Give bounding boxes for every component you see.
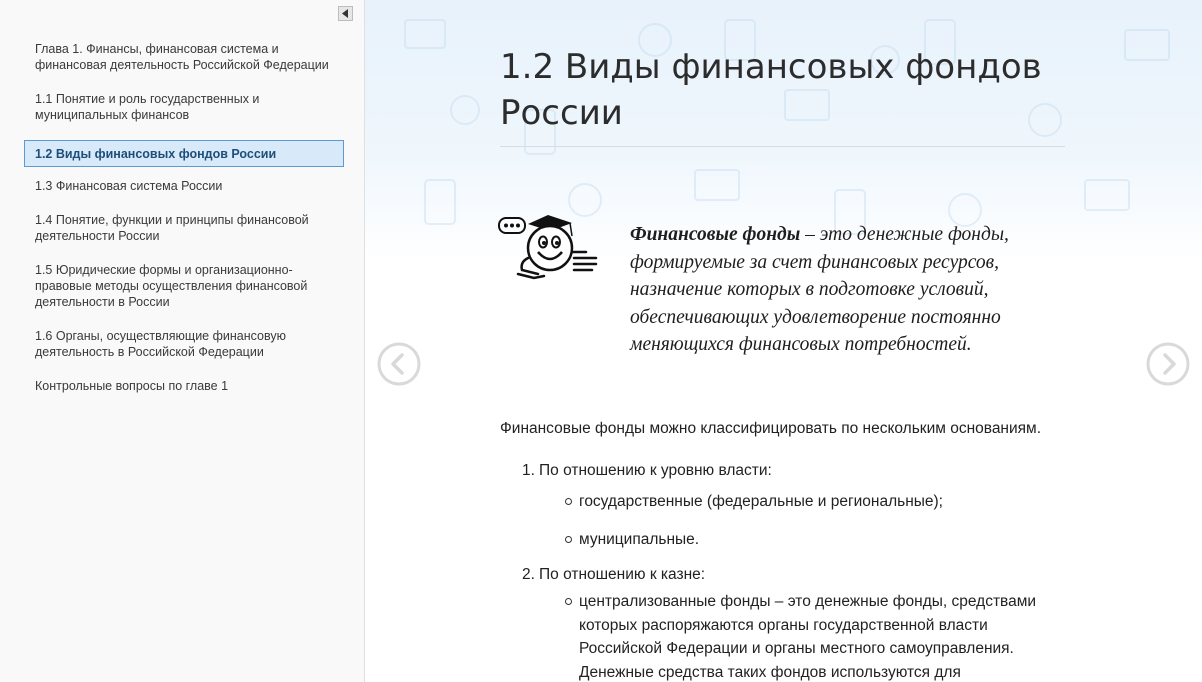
sub-list-item: муниципальные. bbox=[500, 528, 1100, 552]
toc-item-review-questions[interactable]: Контрольные вопросы по главе 1 bbox=[24, 377, 344, 401]
collapse-sidebar-button[interactable] bbox=[338, 6, 353, 21]
intro-paragraph: Финансовые фонды можно классифицировать … bbox=[500, 420, 1042, 437]
circle-bullet-icon bbox=[565, 498, 572, 505]
chevron-right-circle-icon bbox=[1146, 342, 1190, 386]
prev-page-button[interactable] bbox=[377, 342, 421, 386]
sub-list-item-text: централизованные фонды – это денежные фо… bbox=[579, 593, 1037, 681]
classification-list: 1. По отношению к уровню власти: государ… bbox=[500, 461, 1100, 682]
list-item: 1. По отношению к уровню власти: bbox=[500, 461, 1100, 481]
toc-item-1-5[interactable]: 1.5 Юридические формы и организационно-п… bbox=[24, 261, 344, 317]
title-divider bbox=[500, 146, 1065, 147]
toc-item-1-6[interactable]: 1.6 Органы, осуществляющие финансовую де… bbox=[24, 327, 344, 367]
chevron-left-circle-icon bbox=[377, 342, 421, 386]
circle-bullet-icon bbox=[565, 535, 572, 543]
sub-list-item: государственные (федеральные и региональ… bbox=[500, 490, 1100, 514]
toc-item-1-4[interactable]: 1.4 Понятие, функции и принципы финансов… bbox=[24, 211, 344, 251]
sub-list: централизованные фонды – это денежные фо… bbox=[500, 590, 1100, 682]
toc-item-1-2[interactable]: 1.2 Виды финансовых фондов России bbox=[24, 140, 344, 167]
sidebar-toc: Глава 1. Финансы, финансовая система и ф… bbox=[0, 0, 365, 682]
list-item: 2. По отношению к казне: bbox=[500, 565, 1100, 585]
list-item-label: По отношению к уровню власти: bbox=[539, 462, 772, 479]
list-item-number: 2. bbox=[522, 566, 535, 583]
sub-list-item-text: государственные (федеральные и региональ… bbox=[579, 493, 943, 510]
sub-list-item-text: муниципальные. bbox=[579, 530, 700, 548]
content-area: 1.2 Виды финансовых фондов России Финанс… bbox=[365, 0, 1202, 682]
definition-block: Финансовые фонды – это денежные фонды, ф… bbox=[630, 221, 1070, 359]
sub-list-item: централизованные фонды – это денежные фо… bbox=[500, 590, 1040, 682]
toc-item-chapter-1[interactable]: Глава 1. Финансы, финансовая система и ф… bbox=[24, 40, 344, 80]
definition-term: Финансовые фонды bbox=[630, 224, 801, 245]
toc-item-1-3[interactable]: 1.3 Финансовая система России bbox=[24, 177, 344, 201]
sub-list: государственные (федеральные и региональ… bbox=[500, 490, 1100, 551]
list-item-label: По отношению к казне: bbox=[539, 566, 706, 583]
next-page-button[interactable] bbox=[1146, 342, 1190, 386]
page-title: 1.2 Виды финансовых фондов России bbox=[500, 47, 1042, 133]
toc-list: Глава 1. Финансы, финансовая система и ф… bbox=[24, 40, 344, 411]
toc-item-1-1[interactable]: 1.1 Понятие и роль государственных и мун… bbox=[24, 90, 344, 130]
student-mascot-icon bbox=[498, 215, 598, 280]
list-item-number: 1. bbox=[522, 462, 535, 479]
circle-bullet-icon bbox=[565, 598, 572, 605]
triangle-left-icon bbox=[342, 9, 348, 18]
